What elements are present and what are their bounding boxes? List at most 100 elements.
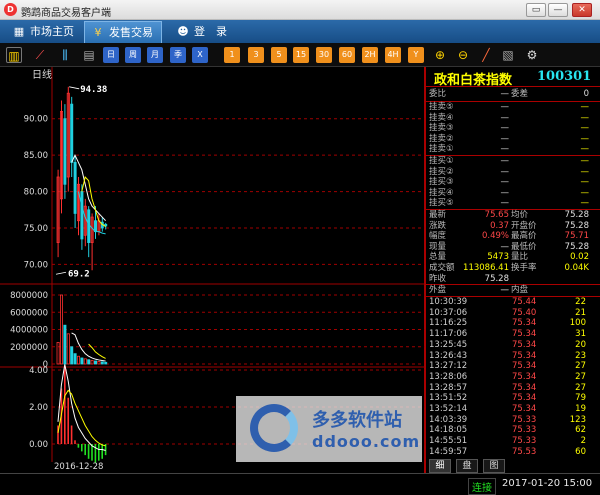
tick-time: 13:28:57 <box>429 382 468 393</box>
minute-3-button[interactable]: 3 <box>248 47 264 63</box>
minute-15-button[interactable]: 15 <box>293 47 309 63</box>
zoom-out-icon[interactable]: ⊖ <box>455 47 471 63</box>
tick-row: 14:18:05 75.33 62 <box>426 425 600 436</box>
stat-row: 成交额 113086.41 换手率 0.04K <box>426 263 600 274</box>
tick-row: 13:28:57 75.34 27 <box>426 383 600 394</box>
buy-level-row: 挂买⑤ — — <box>426 198 600 209</box>
volume-bar <box>80 357 84 365</box>
candle-body <box>94 220 98 233</box>
tick-time: 13:52:14 <box>429 404 468 414</box>
outer-label: 外盘 <box>429 285 447 295</box>
hour-4-button[interactable]: 4H <box>385 47 401 63</box>
line-chart-icon[interactable]: ⟋ <box>32 47 48 63</box>
volume-bar <box>56 342 60 365</box>
tick-volume: 100 <box>569 318 586 329</box>
tick-volume: 22 <box>575 297 586 307</box>
volume-tick-label: 6000000 <box>10 308 48 318</box>
tab-chart[interactable]: 图 <box>483 459 505 473</box>
bar-chart-icon[interactable]: ▥ <box>6 47 22 63</box>
watermark-url: ddooo.com <box>312 432 421 451</box>
tick-price: 75.34 <box>512 350 537 361</box>
tick-price: 75.44 <box>512 297 537 307</box>
buy-level-price: — <box>500 166 510 177</box>
candle-body <box>87 209 91 243</box>
period-quarter-button[interactable]: 季 <box>170 47 186 63</box>
window-title: 鹦鹉商品交易客户端 <box>21 8 111 19</box>
sell-level-volume: — <box>580 102 590 112</box>
tick-time: 10:37:06 <box>429 307 468 318</box>
volume-tick-label: 8000000 <box>10 291 48 301</box>
sell-level-label: 挂卖③ <box>429 123 454 134</box>
volume-bar <box>70 346 74 365</box>
restore-button[interactable]: ▭ <box>526 3 546 17</box>
volume-bar <box>100 361 104 365</box>
period-week-button[interactable]: 周 <box>125 47 141 63</box>
stat-label: 总量 <box>429 252 447 263</box>
webi-value: — <box>500 89 510 99</box>
sell-level-label: 挂卖① <box>429 144 454 155</box>
sell-level-price: — <box>500 112 510 123</box>
ruler-icon[interactable]: ▧ <box>500 47 516 63</box>
tick-time: 14:03:39 <box>429 414 468 425</box>
minute-30-button[interactable]: 30 <box>316 47 332 63</box>
buy-level-price: — <box>500 198 510 209</box>
tick-volume: 62 <box>575 425 586 436</box>
volume-bar <box>83 358 87 365</box>
indicator-tick-label: 0.00 <box>29 440 48 450</box>
tab-login[interactable]: ☻ 登 录 <box>170 21 240 43</box>
buy-level-price: — <box>500 177 510 188</box>
stat-value: 75.28 <box>564 210 589 220</box>
sell-level-volume: — <box>580 133 590 144</box>
minute-5-button[interactable]: 5 <box>271 47 287 63</box>
stat-label: 开盘价 <box>511 220 537 231</box>
volume-bar <box>73 353 77 365</box>
stat-label: 量比 <box>511 252 529 263</box>
instrument-code: 100301 <box>537 69 592 84</box>
tab-label: 登 录 <box>194 25 227 38</box>
watermark-name: 多多软件站 <box>312 410 402 431</box>
minute-1-button[interactable]: 1 <box>224 47 240 63</box>
volume-bar <box>94 360 98 365</box>
tab-market-home[interactable]: ▦ 市场主页 <box>6 21 84 43</box>
sell-level-volume: — <box>580 144 590 155</box>
candle-body <box>63 118 67 185</box>
gear-icon[interactable]: ⚙ <box>524 47 540 63</box>
stat-row: 最新 75.65 均价 75.28 <box>426 210 600 221</box>
tab-book[interactable]: 盘 <box>456 459 478 473</box>
outer-inner-row: 外盘 — 内盘 — <box>426 285 600 296</box>
close-button[interactable]: ✕ <box>572 3 592 17</box>
stat-row: 幅度 0.49% 最高价 75.71 <box>426 231 600 242</box>
webi-row: 委比 — 委差 0 <box>426 89 600 100</box>
indicator-tick-label: 2.00 <box>29 403 48 413</box>
tab-detail[interactable]: 细 <box>429 459 451 473</box>
sell-level-price: — <box>500 133 510 144</box>
tick-time: 13:26:43 <box>429 350 468 361</box>
minimize-button[interactable]: — <box>548 3 568 17</box>
candle-chart-icon[interactable]: ⫼ <box>57 47 73 63</box>
tick-price: 75.34 <box>512 371 537 382</box>
calendar-icon[interactable]: ▤ <box>81 47 97 63</box>
draw-line-icon[interactable]: ╱ <box>478 47 494 63</box>
tick-volume: 21 <box>575 307 586 318</box>
hour-2-button[interactable]: 2H <box>362 47 378 63</box>
tick-price: 75.53 <box>512 446 537 457</box>
period-x-button[interactable]: X <box>192 47 208 63</box>
buy-level-label: 挂买⑤ <box>429 198 454 209</box>
volume-bar <box>104 361 108 365</box>
year-button[interactable]: Y <box>408 47 424 63</box>
volume-bar <box>87 359 91 365</box>
sell-level-price: — <box>500 102 510 112</box>
zoom-in-icon[interactable]: ⊕ <box>432 47 448 63</box>
period-day-button[interactable]: 日 <box>103 47 119 63</box>
sell-level-volume: — <box>580 123 590 134</box>
minute-60-button[interactable]: 60 <box>339 47 355 63</box>
tick-volume: 2 <box>580 436 586 447</box>
tab-issue-trade[interactable]: ¥ 发售交易 <box>84 21 162 43</box>
user-icon: ☻ <box>177 25 189 38</box>
tick-price: 75.34 <box>512 339 537 350</box>
tick-row: 10:30:39 75.44 22 <box>426 297 600 308</box>
volume-bar <box>66 333 70 365</box>
title-bar: D 鹦鹉商品交易客户端 ▭ — ✕ <box>0 0 600 20</box>
period-month-button[interactable]: 月 <box>147 47 163 63</box>
tick-row: 13:25:45 75.34 20 <box>426 340 600 351</box>
